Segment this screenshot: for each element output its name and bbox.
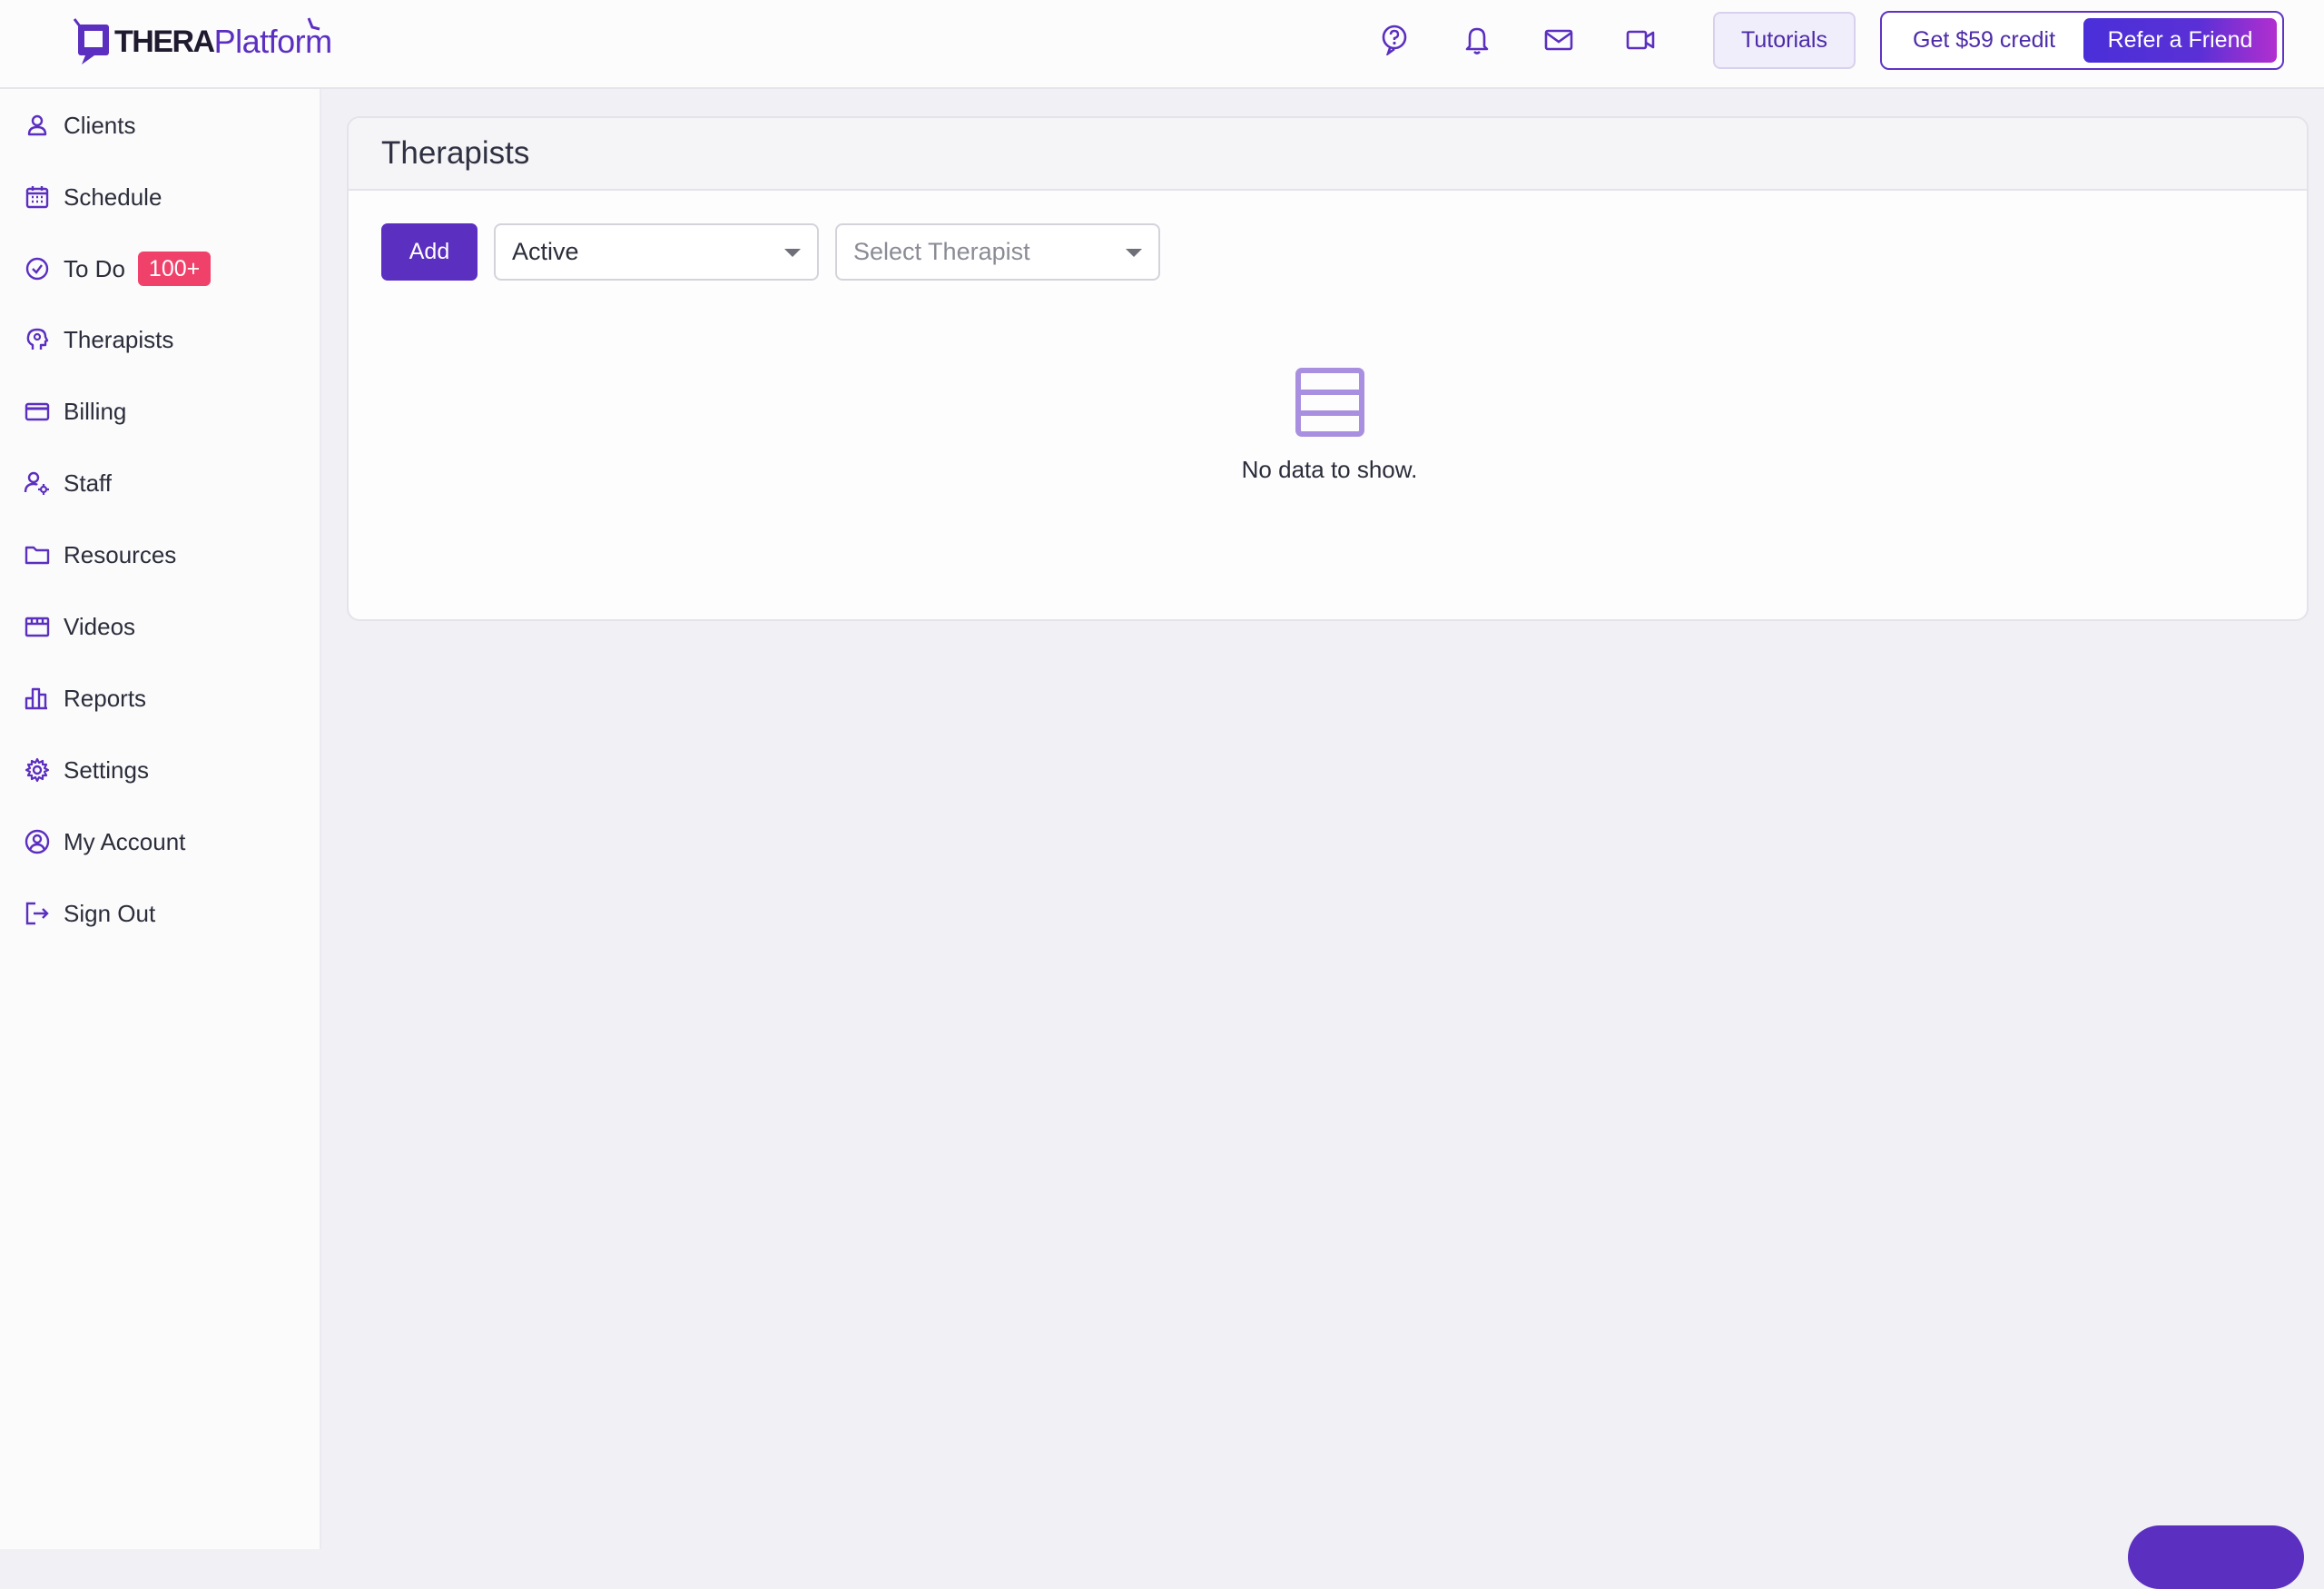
- chevron-down-icon: [784, 249, 801, 257]
- sidebar-item-schedule[interactable]: Schedule: [22, 172, 303, 222]
- sidebar-item-label: Sign Out: [64, 899, 156, 927]
- sidebar-item-label: To Do: [64, 254, 125, 282]
- bar-chart-icon: [22, 683, 53, 714]
- therapist-filter-select[interactable]: Select Therapist: [835, 223, 1160, 281]
- sidebar-item-videos[interactable]: Videos: [22, 601, 303, 652]
- chat-widget-button[interactable]: [2128, 1525, 2304, 1589]
- sidebar-item-reports[interactable]: Reports: [22, 673, 303, 724]
- sidebar-item-therapists[interactable]: Therapists: [22, 314, 303, 365]
- therapist-filter-placeholder: Select Therapist: [853, 238, 1030, 265]
- sidebar-item-label: Videos: [64, 612, 136, 640]
- sidebar-item-label: Schedule: [64, 183, 162, 211]
- credit-offer-text[interactable]: Get $59 credit: [1913, 13, 2055, 68]
- sidebar-item-label: Reports: [64, 684, 147, 712]
- calendar-icon: [22, 182, 53, 212]
- todo-count-badge: 100+: [137, 252, 212, 286]
- sidebar-item-todo[interactable]: To Do 100+: [22, 243, 303, 294]
- help-icon[interactable]: [1373, 18, 1416, 62]
- empty-state-message: No data to show.: [1241, 456, 1418, 483]
- sidebar-item-clients[interactable]: Clients: [22, 100, 303, 151]
- logo-accent-icon: [307, 17, 320, 31]
- gear-icon: [22, 755, 53, 785]
- sidebar: Clients Schedule To Do 100+ Therapists B…: [0, 89, 321, 1549]
- sidebar-item-label: Therapists: [64, 325, 174, 353]
- check-circle-icon: [22, 253, 53, 284]
- video-icon[interactable]: [1619, 18, 1662, 62]
- sidebar-item-label: My Account: [64, 827, 186, 855]
- credit-card-icon: [22, 396, 53, 427]
- sidebar-item-my-account[interactable]: My Account: [22, 816, 303, 867]
- sidebar-item-label: Settings: [64, 755, 149, 784]
- sidebar-item-label: Staff: [64, 469, 113, 497]
- staff-settings-icon: [22, 468, 53, 498]
- empty-table-icon: [1295, 368, 1364, 437]
- referral-box: Get $59 credit Refer a Friend: [1880, 11, 2284, 70]
- sidebar-item-label: Resources: [64, 540, 177, 568]
- theraplatform-logo[interactable]: THERA Platform: [73, 16, 332, 67]
- top-bar: THERA Platform Tutorials Get $59 credit …: [0, 0, 2324, 89]
- sign-out-icon: [22, 898, 53, 929]
- chevron-down-icon: [1126, 249, 1142, 257]
- logo-mark-icon: [73, 18, 109, 64]
- folder-icon: [22, 539, 53, 570]
- status-filter-select[interactable]: Active: [494, 223, 819, 281]
- status-filter-value: Active: [512, 238, 579, 265]
- sidebar-item-settings[interactable]: Settings: [22, 745, 303, 795]
- sidebar-item-billing[interactable]: Billing: [22, 386, 303, 437]
- refer-a-friend-button[interactable]: Refer a Friend: [2083, 18, 2277, 63]
- card-header: Therapists: [349, 118, 2307, 191]
- user-icon: [22, 110, 53, 141]
- add-therapist-button[interactable]: Add: [381, 223, 478, 281]
- page-title: Therapists: [381, 135, 530, 171]
- therapist-head-icon: [22, 324, 53, 355]
- bell-icon[interactable]: [1455, 18, 1499, 62]
- sidebar-item-label: Billing: [64, 397, 127, 425]
- logo-text-bold: THERA: [114, 24, 215, 59]
- film-icon: [22, 611, 53, 642]
- sidebar-item-label: Clients: [64, 111, 136, 139]
- sidebar-item-staff[interactable]: Staff: [22, 458, 303, 508]
- therapists-card: Therapists Add Active Select Therapist N…: [347, 116, 2309, 621]
- sidebar-item-sign-out[interactable]: Sign Out: [22, 888, 303, 939]
- sidebar-item-resources[interactable]: Resources: [22, 529, 303, 580]
- tutorials-button[interactable]: Tutorials: [1713, 12, 1856, 69]
- account-circle-icon: [22, 826, 53, 857]
- mail-icon[interactable]: [1537, 18, 1581, 62]
